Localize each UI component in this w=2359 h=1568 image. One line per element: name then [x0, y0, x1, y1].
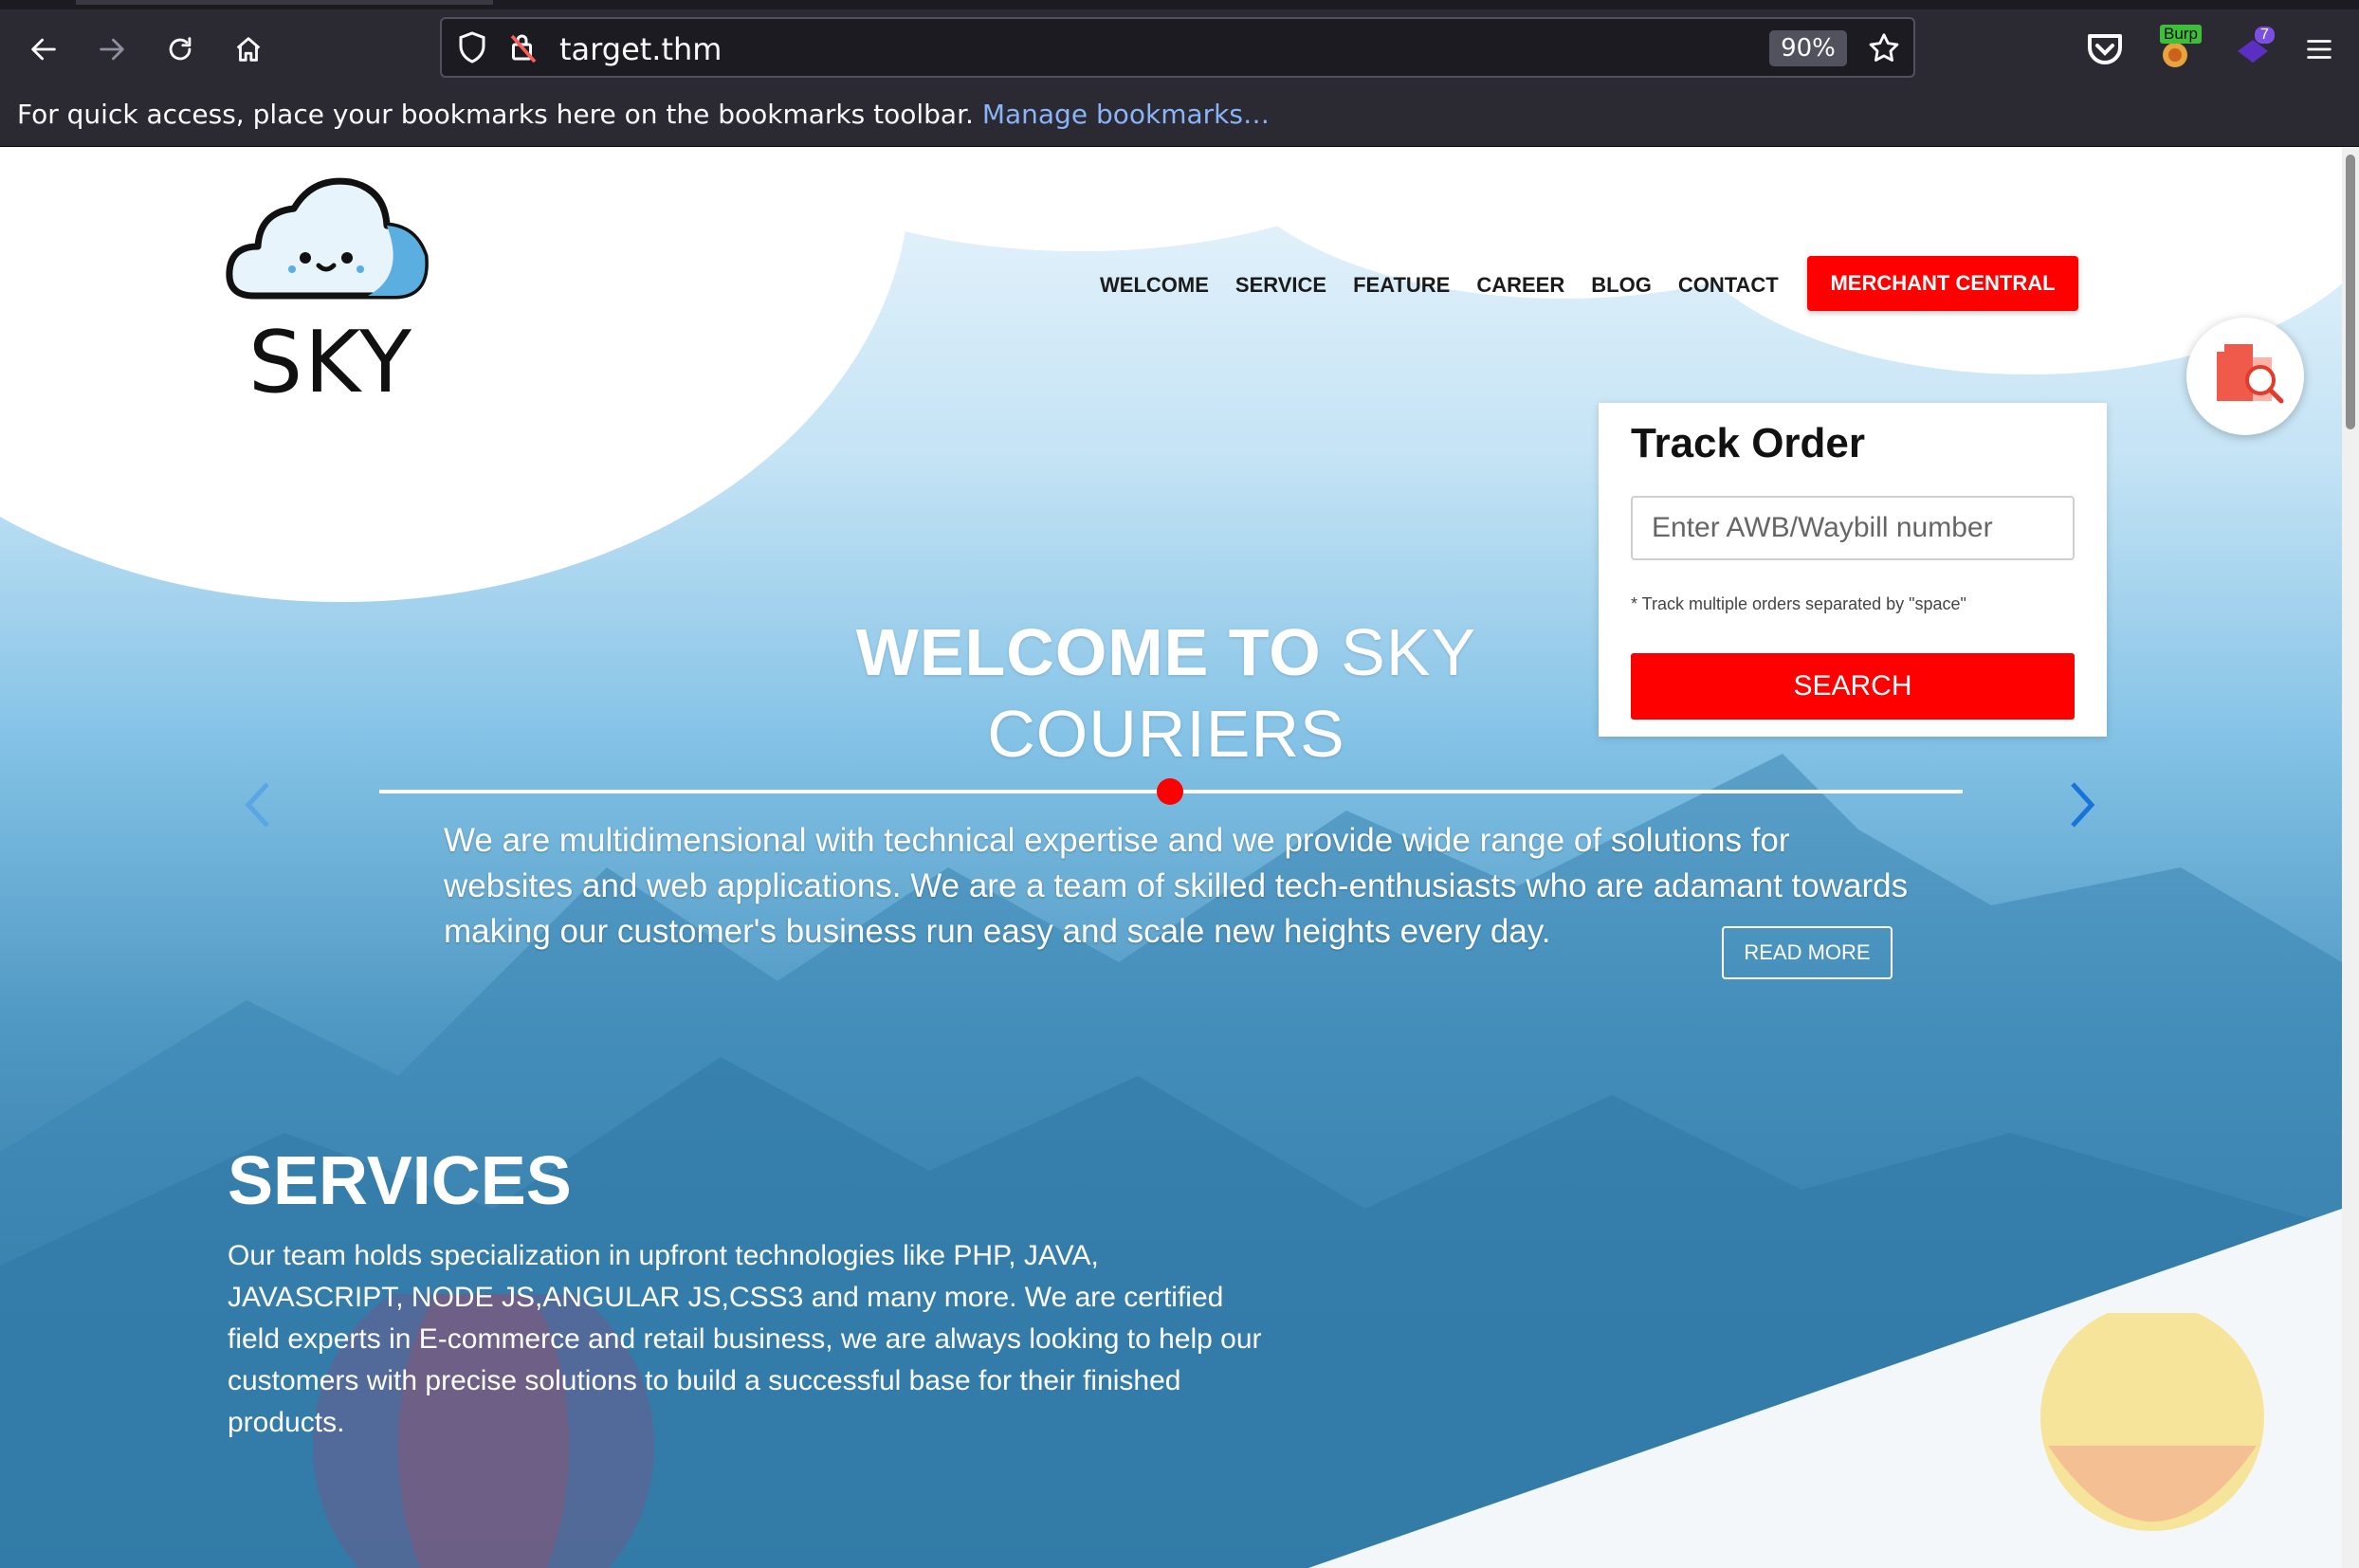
zoom-level-badge[interactable]: 90% — [1769, 30, 1847, 66]
navigation-toolbar: target.thm 90% Burp 7 — [0, 9, 2359, 85]
cloud-logo-icon — [226, 177, 429, 300]
back-arrow-icon — [31, 38, 56, 61]
hero-title-sky: SKY — [1341, 615, 1477, 689]
track-order-panel: Track Order * Track multiple orders sepa… — [1599, 403, 2107, 737]
insecure-lock-icon[interactable] — [506, 30, 540, 64]
nav-career[interactable]: CAREER — [1476, 273, 1564, 298]
web-page: SKY WELCOME SERVICE FEATURE CAREER BLOG … — [0, 147, 2342, 1568]
nav-feature[interactable]: FEATURE — [1353, 273, 1450, 298]
home-button[interactable] — [226, 27, 271, 72]
url-text[interactable]: target.thm — [559, 31, 722, 67]
track-order-hint: * Track multiple orders separated by "sp… — [1631, 594, 1966, 613]
forward-button[interactable] — [89, 27, 135, 72]
forward-arrow-icon — [100, 38, 124, 61]
reload-icon — [169, 37, 192, 61]
merchant-central-button[interactable]: MERCHANT CENTRAL — [1807, 256, 2078, 311]
bookmarks-message: For quick access, place your bookmarks h… — [17, 99, 1270, 130]
slider-next-chevron-icon[interactable] — [2063, 776, 2101, 833]
manage-bookmarks-link[interactable]: Manage bookmarks… — [982, 99, 1270, 130]
sky-logo[interactable]: SKY — [226, 171, 434, 412]
burp-extension-button[interactable]: Burp — [2154, 25, 2202, 72]
back-button[interactable] — [21, 27, 66, 72]
hero-title-bold: WELCOME TO — [855, 615, 1322, 689]
hero-title: WELCOME TO SKY COURIERS — [740, 611, 1593, 775]
active-tab-indicator[interactable] — [76, 0, 493, 5]
app-menu-button[interactable] — [2296, 27, 2342, 72]
scrollbar-thumb[interactable] — [2346, 155, 2355, 429]
services-heading: SERVICES — [228, 1143, 572, 1219]
services-description: Our team holds specialization in upfront… — [228, 1240, 1262, 1438]
floating-track-button[interactable] — [2186, 318, 2304, 435]
nav-service[interactable]: SERVICE — [1235, 273, 1326, 298]
bookmark-star-icon[interactable] — [1866, 30, 1902, 66]
package-search-icon — [2217, 344, 2284, 404]
home-icon — [236, 37, 261, 62]
slider-prev-chevron-icon[interactable] — [239, 776, 277, 833]
extension-button[interactable]: 7 — [2230, 27, 2276, 72]
bookmarks-toolbar: For quick access, place your bookmarks h… — [0, 85, 2359, 148]
read-more-button[interactable]: READ MORE — [1722, 926, 1893, 979]
track-search-button[interactable]: SEARCH — [1631, 653, 2075, 720]
pocket-icon[interactable] — [2082, 27, 2128, 72]
hamburger-menu-icon — [2307, 40, 2332, 59]
tracking-protection-shield-icon[interactable] — [455, 30, 489, 64]
logo-text: SKY — [248, 313, 413, 412]
main-navigation: WELCOME SERVICE FEATURE CAREER BLOG CONT… — [1100, 273, 1779, 298]
nav-welcome[interactable]: WELCOME — [1100, 273, 1209, 298]
page-scrollbar[interactable] — [2342, 147, 2359, 1568]
track-order-title: Track Order — [1631, 420, 1866, 466]
reload-button[interactable] — [157, 27, 203, 72]
extension-count-badge: 7 — [2255, 27, 2275, 44]
hero-description: We are multidimensional with technical e… — [444, 822, 1909, 950]
address-bar[interactable]: target.thm 90% — [440, 17, 1915, 78]
tab-strip — [0, 0, 2359, 9]
slider-indicator-dot[interactable] — [1157, 778, 1183, 805]
hot-air-balloon-right — [2040, 1313, 2264, 1531]
bookmarks-hint-text: For quick access, place your bookmarks h… — [17, 99, 974, 130]
nav-contact[interactable]: CONTACT — [1678, 273, 1779, 298]
hero-title-couriers: COURIERS — [987, 697, 1345, 771]
awb-number-input[interactable] — [1631, 496, 2075, 560]
nav-blog[interactable]: BLOG — [1591, 273, 1652, 298]
burp-badge: Burp — [2160, 25, 2202, 44]
